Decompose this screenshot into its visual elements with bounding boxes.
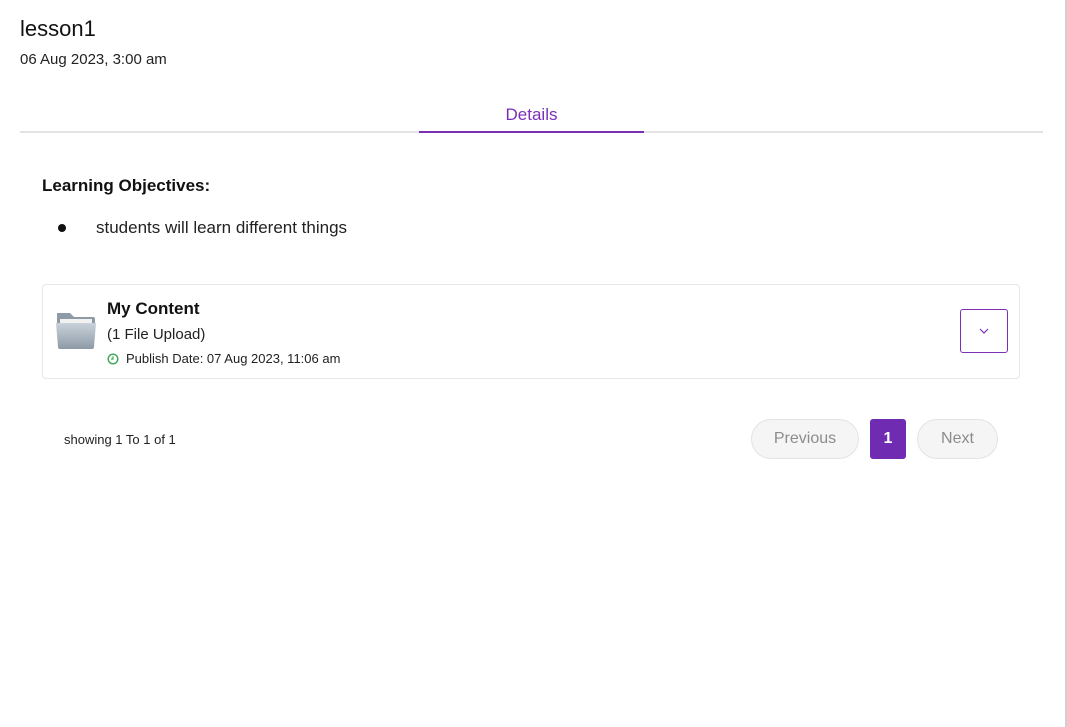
pagination-summary: showing 1 To 1 of 1: [64, 432, 176, 447]
content-title: My Content: [107, 299, 200, 318]
publish-date-text: Publish Date: 07 Aug 2023, 11:06 am: [126, 351, 341, 366]
page-1-button[interactable]: 1: [870, 419, 906, 459]
lesson-title: lesson1: [20, 16, 96, 41]
previous-page-button[interactable]: Previous: [751, 419, 859, 459]
lesson-detail-panel: lesson1 06 Aug 2023, 3:00 am Details Lea…: [0, 0, 1067, 727]
next-page-button[interactable]: Next: [917, 419, 998, 459]
expand-content-button[interactable]: [960, 309, 1008, 353]
learning-objectives-heading: Learning Objectives:: [42, 176, 211, 195]
content-card: My Content (1 File Upload) Publish Date:…: [42, 284, 1020, 379]
content-file-count: (1 File Upload): [107, 326, 206, 343]
publish-date-row: Publish Date: 07 Aug 2023, 11:06 am: [107, 351, 340, 366]
lesson-date: 06 Aug 2023, 3:00 am: [20, 51, 167, 68]
bullet-icon: [58, 224, 66, 232]
list-item: students will learn different things: [56, 216, 347, 240]
tab-bar: Details: [20, 100, 1043, 133]
folder-icon: [56, 313, 96, 349]
tab-details[interactable]: Details: [419, 100, 644, 133]
clock-icon: [107, 352, 119, 365]
chevron-down-icon: [979, 328, 989, 334]
objective-text: students will learn different things: [96, 218, 348, 237]
learning-objectives-list: students will learn different things: [56, 216, 347, 240]
